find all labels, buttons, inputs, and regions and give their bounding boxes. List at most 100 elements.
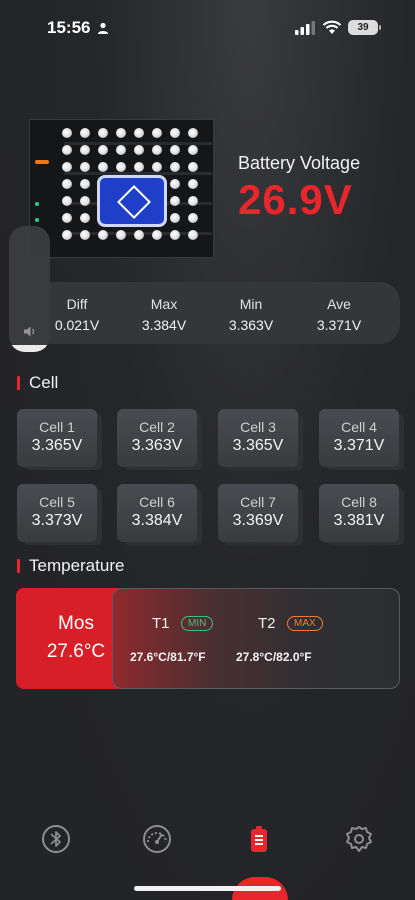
cell-dot xyxy=(80,128,90,138)
cell-voltage: 3.381V xyxy=(333,512,385,529)
stat-value: 3.384V xyxy=(141,317,187,333)
cell-dot xyxy=(116,230,126,240)
cell-dot xyxy=(170,230,180,240)
status-time: 15:56 xyxy=(47,18,91,37)
gear-icon[interactable] xyxy=(344,824,374,854)
stat-value: 3.363V xyxy=(228,317,274,333)
cell-dot xyxy=(80,196,90,206)
battery-list-icon[interactable] xyxy=(244,824,274,854)
cell-dot xyxy=(98,145,108,155)
cell-name: Cell 5 xyxy=(39,494,75,510)
wifi-icon xyxy=(322,20,342,34)
cell-dot xyxy=(62,230,72,240)
cell-dot xyxy=(62,128,72,138)
cell-dot xyxy=(134,230,144,240)
battery-tip xyxy=(379,25,381,30)
cell-name: Cell 1 xyxy=(39,419,75,435)
cell-tile[interactable]: Cell 1 3.365V xyxy=(17,409,97,467)
t1-label: T1 xyxy=(152,615,170,632)
stat-label: Ave xyxy=(327,296,351,312)
cell-dot xyxy=(116,128,126,138)
volume-slider[interactable] xyxy=(9,226,50,352)
cell-dot xyxy=(62,145,72,155)
battery-voltage-label: Battery Voltage xyxy=(238,153,361,173)
cell-dot xyxy=(98,128,108,138)
cell-tile[interactable]: Cell 2 3.363V xyxy=(117,409,197,467)
bms-board xyxy=(97,175,167,227)
cell-dot xyxy=(116,162,126,172)
max-badge: MAX xyxy=(287,616,323,631)
cell-tile[interactable]: Cell 8 3.381V xyxy=(319,484,399,542)
cell-dot xyxy=(152,162,162,172)
cell-name: Cell 3 xyxy=(240,419,276,435)
cell-dot xyxy=(188,196,198,206)
cell-name: Cell 8 xyxy=(341,494,377,510)
cell-dot xyxy=(170,145,180,155)
temperature-section-title: Temperature xyxy=(17,556,124,576)
cell-tile[interactable]: Cell 5 3.373V xyxy=(17,484,97,542)
cell-dot xyxy=(170,128,180,138)
stat-value: 3.371V xyxy=(316,317,362,333)
status-led xyxy=(35,218,39,222)
cell-dot xyxy=(170,179,180,189)
cell-name: Cell 7 xyxy=(240,494,276,510)
status-bar: 15:56 39 xyxy=(0,18,415,40)
gauge-icon[interactable] xyxy=(142,824,172,854)
cell-dot xyxy=(134,128,144,138)
stat-label: Max xyxy=(150,296,178,312)
cell-dot xyxy=(134,162,144,172)
status-led xyxy=(35,202,39,206)
cell-dot xyxy=(98,230,108,240)
cell-voltage: 3.365V xyxy=(232,437,284,454)
cell-name: Cell 2 xyxy=(139,419,175,435)
cell-voltage: 3.384V xyxy=(131,512,183,529)
cell-section-title: Cell xyxy=(17,373,58,393)
battery-pack-image xyxy=(29,119,214,258)
cell-dot xyxy=(134,145,144,155)
t1-value: 27.6°C/81.7°F xyxy=(130,650,206,664)
person-icon xyxy=(98,22,108,34)
cell-dot xyxy=(62,213,72,223)
home-indicator[interactable] xyxy=(134,886,281,891)
cell-dot xyxy=(62,179,72,189)
cell-dot xyxy=(188,230,198,240)
cell-dot xyxy=(80,179,90,189)
cell-name: Cell 6 xyxy=(139,494,175,510)
stat-ave: Ave 3.371V xyxy=(299,296,379,333)
cell-dot xyxy=(62,196,72,206)
cell-tile[interactable]: Cell 6 3.384V xyxy=(117,484,197,542)
cell-dot xyxy=(98,162,108,172)
speaker-icon xyxy=(24,326,35,337)
cell-dot xyxy=(80,213,90,223)
cell-voltage: 3.369V xyxy=(232,512,284,529)
volume-level xyxy=(9,345,50,352)
cell-dot xyxy=(80,162,90,172)
voltage-stats-bar: Diff 0.021V Max 3.384V Min 3.363V Ave 3.… xyxy=(14,282,400,344)
battery-voltage-value: 26.9V xyxy=(238,176,353,223)
cell-dot xyxy=(152,145,162,155)
bluetooth-icon[interactable] xyxy=(41,824,71,854)
cell-dot xyxy=(80,230,90,240)
cell-dot xyxy=(80,145,90,155)
cell-voltage: 3.363V xyxy=(131,437,183,454)
status-led xyxy=(35,160,49,164)
cell-dot xyxy=(116,145,126,155)
t2-value: 27.8°C/82.0°F xyxy=(236,650,312,664)
cell-dot xyxy=(62,162,72,172)
sensor-temperature-panel xyxy=(112,588,400,689)
cell-tile[interactable]: Cell 3 3.365V xyxy=(218,409,298,467)
t2-label: T2 xyxy=(258,615,276,632)
cell-dot xyxy=(188,213,198,223)
cell-tile[interactable]: Cell 4 3.371V xyxy=(319,409,399,467)
cell-dot xyxy=(188,145,198,155)
min-badge: MIN xyxy=(181,616,214,631)
cell-tile[interactable]: Cell 7 3.369V xyxy=(218,484,298,542)
cell-voltage: 3.373V xyxy=(31,512,83,529)
cell-dot xyxy=(170,196,180,206)
battery-status-icon: 39 xyxy=(348,20,378,35)
cell-dot xyxy=(152,128,162,138)
stat-label: Min xyxy=(239,296,263,312)
cell-voltage: 3.371V xyxy=(333,437,385,454)
cell-dot xyxy=(188,162,198,172)
stat-min: Min 3.363V xyxy=(211,296,291,333)
